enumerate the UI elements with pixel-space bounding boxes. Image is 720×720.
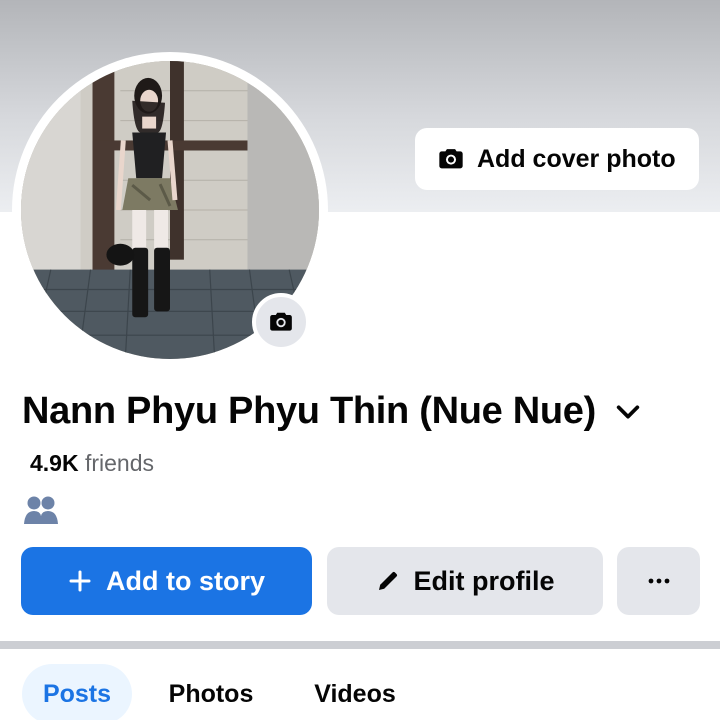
add-to-story-button[interactable]: Add to story: [21, 547, 312, 615]
camera-icon: [270, 312, 292, 331]
friends-count: 4.9K: [30, 450, 79, 476]
section-divider: [0, 641, 720, 649]
tab-posts-label: Posts: [42, 679, 112, 708]
tab-posts[interactable]: Posts: [22, 664, 132, 720]
friends-label: friends: [84, 450, 155, 476]
change-profile-picture-button[interactable]: [252, 293, 310, 351]
tab-videos-label: Videos: [314, 679, 396, 708]
tab-videos[interactable]: Videos: [292, 664, 418, 720]
add-cover-photo-label: Add cover photo: [477, 144, 676, 173]
profile-name: Nann Phyu Phyu Thin (Nue Nue): [22, 390, 596, 432]
more-options-button[interactable]: [617, 547, 700, 615]
friends-icon[interactable]: [22, 494, 60, 526]
profile-name-row[interactable]: Nann Phyu Phyu Thin (Nue Nue): [22, 390, 642, 433]
add-to-story-label: Add to story: [106, 565, 265, 596]
camera-icon: [439, 149, 463, 169]
more-dots-icon: [648, 578, 669, 584]
add-cover-photo-button[interactable]: Add cover photo: [415, 128, 699, 190]
plus-icon: [69, 570, 91, 592]
tab-photos[interactable]: Photos: [150, 664, 272, 720]
pencil-icon: [378, 571, 397, 590]
chevron-down-icon[interactable]: [614, 398, 642, 426]
profile-tabs: Posts Photos Videos: [0, 664, 720, 720]
tab-photos-label: Photos: [168, 679, 254, 708]
edit-profile-label: Edit profile: [413, 565, 555, 596]
edit-profile-button[interactable]: Edit profile: [327, 547, 603, 615]
friends-count-line[interactable]: 4.9K friends: [30, 450, 154, 477]
